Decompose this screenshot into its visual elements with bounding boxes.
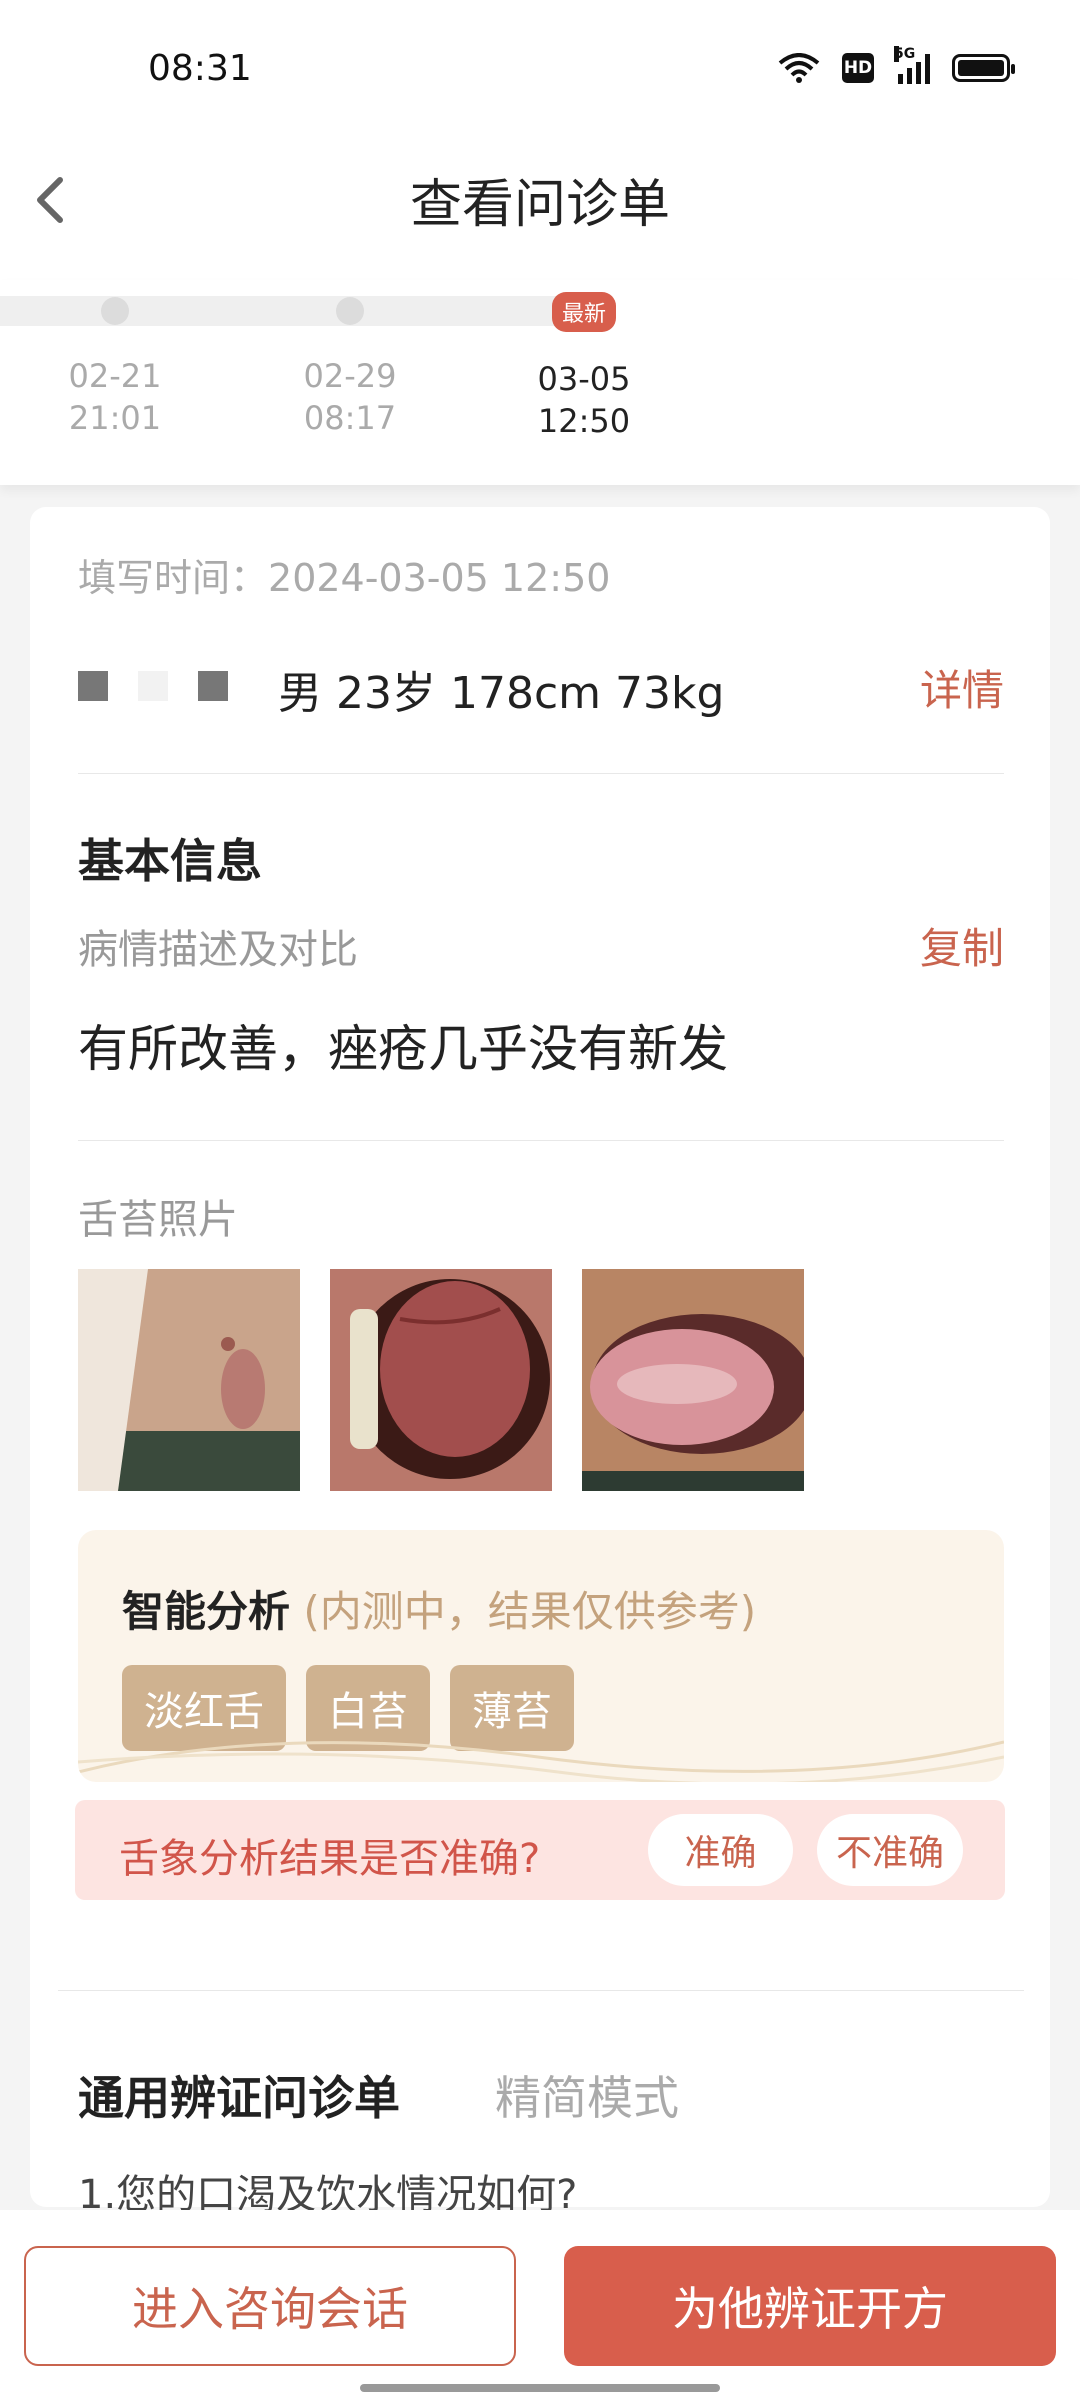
inaccurate-button[interactable]: 不准确 [817,1814,963,1886]
condition-description: 有所改善，痤疮几乎没有新发 [78,1020,728,1078]
divider [78,1140,1004,1141]
latest-badge: 最新 [551,292,616,332]
divider [58,1990,1024,1991]
copy-button[interactable]: 复制 [920,915,1004,976]
enter-chat-button[interactable]: 进入咨询会话 [24,2246,516,2366]
wifi-icon [778,53,820,83]
timeline-time: 12:50 [537,402,631,440]
masked-name [78,671,228,701]
timeline-item[interactable]: 02-21 21:01 [35,280,195,439]
timeline-dot [101,297,129,325]
battery-level [958,60,1004,76]
timeline-date: 02-29 [303,357,397,395]
home-indicator[interactable] [360,2384,720,2392]
consultation-card: 填写时间：2024-03-05 12:50 男 23岁 178cm 73kg 详… [30,507,1050,2218]
timeline-item-active[interactable]: 最新 03-05 12:50 [504,280,664,442]
record-timeline: 02-21 21:01 02-29 08:17 最新 03-05 12:50 [0,280,1080,485]
battery-icon [952,54,1015,82]
tab-simple-mode[interactable]: 精简模式 [495,2062,679,2128]
tongue-photo[interactable] [330,1269,552,1491]
divider [78,773,1004,774]
timeline-date: 02-21 [68,357,162,395]
decorative-wave [78,1740,1004,1782]
fill-time-value: 2024-03-05 12:50 [268,556,611,600]
details-link[interactable]: 详情 [920,657,1004,718]
timeline-dot [336,297,364,325]
header: 查看问诊单 [0,140,1080,280]
analysis-title: 智能分析 (内测中，结果仅供参考) [122,1578,756,1639]
hd-icon: HD [842,53,874,83]
timeline-time: 08:17 [303,399,397,437]
signal-5g-icon: 5G [894,46,930,84]
smart-analysis-panel: 智能分析 (内测中，结果仅供参考) 淡红舌 白苔 薄苔 [78,1530,1004,1782]
tongue-photo[interactable] [582,1269,804,1491]
feedback-question: 舌象分析结果是否准确? [119,1836,541,1882]
tongue-photos [78,1269,804,1491]
status-time: 08:31 [148,48,252,89]
prescribe-button[interactable]: 为他辨证开方 [564,2246,1056,2366]
network-label: 5G [894,46,916,62]
tongue-photo[interactable] [78,1269,300,1491]
description-label: 病情描述及对比 [78,927,358,973]
patient-row: 男 23岁 178cm 73kg 详情 [78,657,1004,719]
status-icons: HD 5G [778,46,1015,84]
patient-info: 男 23岁 178cm 73kg [278,668,725,719]
analysis-feedback: 舌象分析结果是否准确? 准确 不准确 [75,1800,1005,1900]
timeline-date: 03-05 [537,360,631,398]
basic-info-title: 基本信息 [78,834,262,888]
page-title: 查看问诊单 [409,175,670,235]
timeline-item[interactable]: 02-29 08:17 [270,280,430,439]
tab-general-questionnaire[interactable]: 通用辨证问诊单 [78,2062,400,2128]
accurate-button[interactable]: 准确 [648,1814,793,1886]
status-bar: 08:31 HD 5G [0,0,1080,140]
fill-time: 填写时间：2024-03-05 12:50 [78,547,610,602]
bottom-action-bar: 进入咨询会话 为他辨证开方 [0,2210,1080,2400]
analysis-note: (内测中，结果仅供参考) [303,1587,757,1636]
fill-time-label: 填写时间： [78,556,269,600]
analysis-heading: 智能分析 [122,1587,291,1636]
tongue-photos-label: 舌苔照片 [78,1197,238,1243]
timeline-time: 21:01 [68,399,162,437]
